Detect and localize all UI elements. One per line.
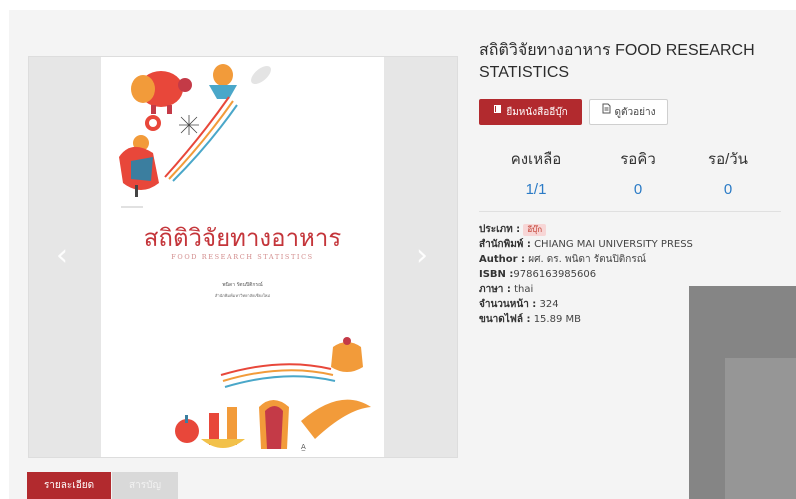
document-icon: [602, 100, 611, 124]
meta-type-label: ประเภท :: [479, 224, 521, 235]
type-badge: อีบุ๊ก: [523, 224, 547, 236]
preview-label: ดูตัวอย่าง: [614, 107, 656, 118]
stat-header-queue: รอคิว: [620, 151, 656, 168]
cover-author: พนิดา รัตนปิติกรณ์: [222, 282, 263, 288]
meta-filesize-label: ขนาดไฟล์ :: [479, 314, 531, 325]
cover-subtitle: FOOD RESEARCH STATISTICS: [171, 253, 314, 261]
cover-carousel: A̲ สถิติวิจัยทางอาหาร FOOD RESEARCH STAT…: [28, 56, 458, 458]
meta-author-value: ผศ. ดร. พนิดา รัตนปิติกรณ์: [528, 254, 646, 265]
meta-author: Author : ผศ. ดร. พนิดา รัตนปิติกรณ์: [479, 252, 693, 267]
book-cover-image: A̲ สถิติวิจัยทางอาหาร FOOD RESEARCH STAT…: [101, 57, 384, 457]
meta-publisher-label: สำนักพิมพ์ :: [479, 239, 531, 250]
carousel-prev-button[interactable]: ‹: [47, 239, 77, 273]
meta-isbn: ISBN :9786163985606: [479, 267, 693, 282]
cover-publisher: สำนักพิมพ์มหาวิทยาลัยเชียงใหม่: [214, 293, 271, 298]
book-title: สถิติวิจัยทางอาหาร FOOD RESEARCH STATIST…: [479, 42, 755, 81]
preview-button[interactable]: ดูตัวอย่าง: [589, 99, 668, 125]
stat-value-wait-days: 0: [723, 181, 733, 198]
stat-value-remaining: 1/1: [525, 181, 547, 198]
cover-title: สถิติวิจัยทางอาหาร: [143, 224, 342, 252]
meta-isbn-value: 9786163985606: [513, 269, 597, 280]
meta-pages: จำนวนหน้า : 324: [479, 297, 693, 312]
carousel-next-button[interactable]: ›: [407, 239, 437, 273]
tab-contents[interactable]: สารบัญ: [112, 472, 178, 499]
meta-isbn-label: ISBN :: [479, 269, 514, 280]
meta-pages-value: 324: [539, 299, 559, 310]
meta-publisher-value: CHIANG MAI UNIVERSITY PRESS: [534, 239, 693, 250]
svg-text:A̲: A̲: [301, 443, 306, 451]
meta-filesize: ขนาดไฟล์ : 15.89 MB: [479, 312, 693, 327]
meta-publisher: สำนักพิมพ์ : CHIANG MAI UNIVERSITY PRESS: [479, 237, 693, 252]
meta-pages-label: จำนวนหน้า :: [479, 299, 537, 310]
divider: [479, 211, 781, 212]
overlay-panel: [689, 286, 796, 499]
meta-language: ภาษา : thai: [479, 282, 693, 297]
tab-details[interactable]: รายละเอียด: [27, 472, 111, 499]
meta-language-value: thai: [514, 284, 534, 295]
book-icon: [493, 99, 502, 125]
book-metadata: ประเภท : อีบุ๊ก สำนักพิมพ์ : CHIANG MAI …: [479, 222, 693, 327]
meta-filesize-value: 15.89 MB: [533, 314, 581, 325]
borrow-ebook-button[interactable]: ยืมหนังสืออีบุ๊ก: [479, 99, 582, 125]
borrow-ebook-label: ยืมหนังสืออีบุ๊ก: [506, 107, 568, 118]
stat-header-remaining: คงเหลือ: [510, 151, 562, 168]
overlay-inner-panel: [725, 358, 796, 499]
stat-value-queue: 0: [633, 181, 643, 198]
meta-language-label: ภาษา :: [479, 284, 511, 295]
stat-header-wait-days: รอ/วัน: [708, 151, 748, 168]
meta-author-label: Author :: [479, 254, 526, 265]
meta-type: ประเภท : อีบุ๊ก: [479, 222, 693, 237]
